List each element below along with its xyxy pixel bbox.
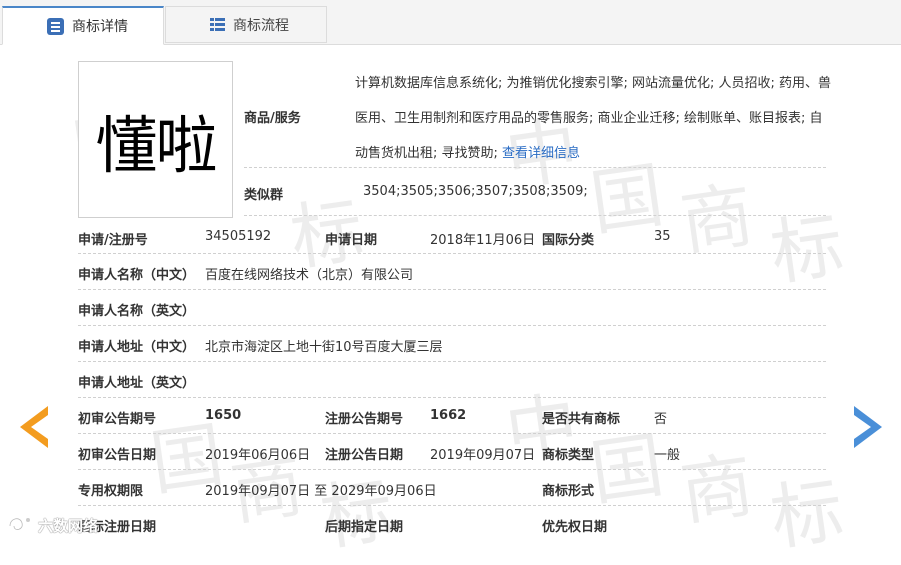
applicant-cn-label: 申请人名称（中文）	[78, 268, 196, 283]
divider	[78, 505, 826, 506]
intl-class-value: 35	[654, 229, 671, 244]
watermark-char: 商	[675, 442, 759, 536]
view-details-link[interactable]: 查看详细信息	[502, 146, 580, 161]
reg-no-label: 申请/注册号	[78, 233, 148, 248]
intl-class-label: 国际分类	[542, 233, 595, 248]
divider	[78, 253, 826, 254]
arrow-right-icon	[854, 406, 882, 448]
address-cn-label: 申请人地址（中文）	[78, 340, 196, 355]
address-cn-value: 北京市海淀区上地十街10号百度大厦三层	[205, 340, 443, 355]
applicant-en-label: 申请人名称（英文）	[78, 304, 196, 319]
goods-label: 商品/服务	[244, 111, 301, 126]
reg-notice-date-label: 注册公告日期	[325, 448, 404, 463]
tab-trademark-detail[interactable]: 商标详情	[2, 6, 164, 45]
goods-list: 计算机数据库信息系统化; 为推销优化搜索引擎; 网站流量优化; 人员招收; 药用…	[355, 76, 832, 161]
shared-value: 否	[654, 412, 668, 427]
applicant-cn-value: 百度在线网络技术（北京）有限公司	[205, 268, 414, 283]
exclusive-period-value: 2019年09月07日 至 2029年09月06日	[205, 484, 437, 499]
type-label: 商标类型	[542, 448, 595, 463]
list-icon	[210, 17, 225, 32]
prev-arrow-button[interactable]	[18, 406, 50, 448]
divider	[78, 325, 826, 326]
priority-date-label: 优先权日期	[542, 520, 608, 535]
tab-label: 商标流程	[233, 17, 289, 34]
watermark-char: 标	[315, 467, 399, 561]
divider	[244, 215, 826, 216]
prelim-no-label: 初审公告期号	[78, 412, 157, 427]
prelim-date-value: 2019年06月06日	[205, 448, 311, 463]
tab-label: 商标详情	[72, 19, 128, 35]
form-label: 商标形式	[542, 484, 595, 499]
next-arrow-button[interactable]	[852, 406, 884, 448]
type-value: 一般	[654, 448, 681, 463]
apply-date-value: 2018年11月06日	[430, 233, 536, 248]
document-icon	[47, 17, 64, 35]
divider	[78, 361, 826, 362]
tab-bar: 商标详情 商标流程	[0, 0, 901, 45]
reg-notice-no-label: 注册公告期号	[325, 412, 404, 427]
reg-notice-date-value: 2019年09月07日	[430, 448, 536, 463]
apply-date-label: 申请日期	[325, 233, 378, 248]
footer-logo: 六数网络	[6, 514, 98, 536]
tab-trademark-process[interactable]: 商标流程	[165, 6, 327, 43]
later-date-label: 后期指定日期	[325, 520, 404, 535]
exclusive-period-label: 专用权期限	[78, 484, 144, 499]
divider	[244, 167, 826, 168]
prelim-date-label: 初审公告日期	[78, 448, 157, 463]
shared-label: 是否共有商标	[542, 412, 621, 427]
address-en-label: 申请人地址（英文）	[78, 376, 196, 391]
reg-no-value: 34505192	[205, 229, 272, 244]
footer-logo-text: 六数网络	[38, 516, 99, 535]
goods-text: 计算机数据库信息系统化; 为推销优化搜索引擎; 网站流量优化; 人员招收; 药用…	[355, 66, 835, 171]
similar-group-label: 类似群	[244, 188, 284, 203]
divider	[78, 397, 826, 398]
divider	[78, 469, 826, 470]
watermark-char: 标	[765, 467, 849, 561]
trademark-logo-text: 懂啦	[95, 108, 217, 182]
divider	[78, 433, 826, 434]
prelim-no-value: 1650	[205, 408, 242, 423]
reg-notice-no-value: 1662	[430, 408, 467, 423]
trademark-image: 懂啦	[78, 61, 233, 218]
watermark-char: 标	[765, 202, 849, 296]
logo-swirl-icon	[8, 517, 30, 531]
arrow-left-icon	[20, 406, 48, 448]
divider	[78, 289, 826, 290]
similar-group-value: 3504;3505;3506;3507;3508;3509;	[363, 184, 588, 199]
